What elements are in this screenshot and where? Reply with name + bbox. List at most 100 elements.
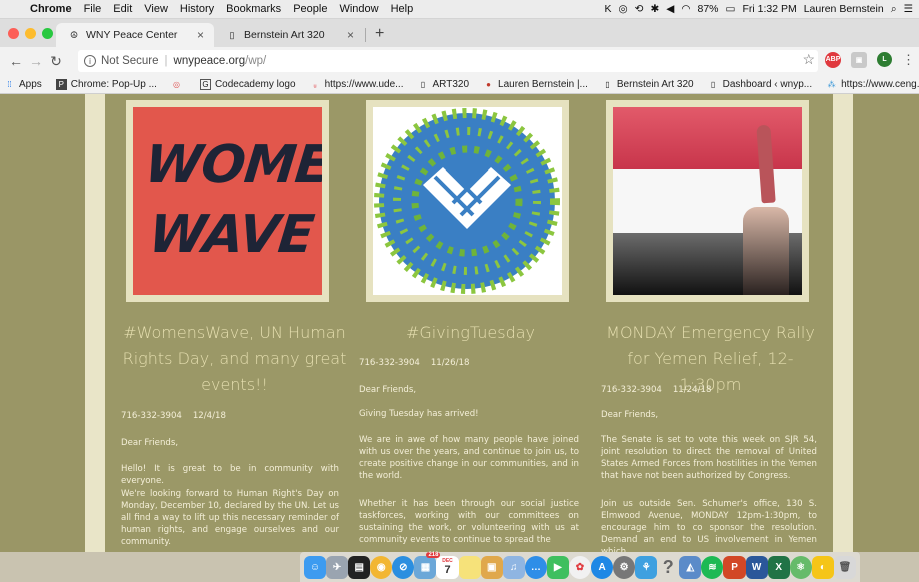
forward-arrow-icon[interactable]: → [26, 53, 46, 69]
time-machine-icon[interactable]: ⟲ [635, 3, 644, 15]
window-controls [8, 28, 53, 39]
clock[interactable]: Fri 1:32 PM [742, 3, 796, 15]
safari-icon[interactable]: ⊘ [392, 555, 415, 579]
user-name[interactable]: Lauren Bernstein [804, 3, 884, 15]
volume-icon[interactable]: ◀ [666, 3, 674, 15]
apps-grid-icon: ⁞⁞ [7, 79, 12, 89]
zoom-window-icon[interactable] [42, 28, 53, 39]
menu-app-name[interactable]: Chrome [24, 3, 78, 15]
bookmark-lauren[interactable]: ● Lauren Bernstein |... [483, 79, 588, 90]
bookmark-dashboard[interactable]: ▯ Dashboard ‹ wnyp... [708, 79, 812, 90]
bookmark-star-icon[interactable]: ☆ [802, 51, 815, 68]
finder-icon[interactable]: ☺ [304, 555, 327, 579]
post-paragraph: The Senate is set to vote this week on S… [601, 435, 817, 481]
photos-icon[interactable]: ✿ [568, 555, 592, 579]
close-tab-icon[interactable]: × [347, 28, 354, 42]
launchpad-icon[interactable]: ✈ [326, 555, 349, 579]
close-tab-icon[interactable]: × [197, 28, 204, 42]
close-window-icon[interactable] [8, 28, 19, 39]
battery-icon[interactable]: ▭ [726, 3, 736, 15]
address-domain: wnypeace.org [173, 55, 246, 67]
battery-percent[interactable]: 87% [698, 3, 719, 15]
preview-icon[interactable]: 218 ▦ [414, 551, 441, 579]
calendar-icon[interactable]: DEC 7 [436, 555, 459, 579]
menu-view[interactable]: View [138, 3, 174, 15]
bookmark-circle[interactable]: ◎ [171, 79, 186, 90]
menu-history[interactable]: History [174, 3, 220, 15]
tab-bernstein-art[interactable]: ▯ Bernstein Art 320 × [214, 23, 364, 47]
post-title-womens-wave[interactable]: #WomensWave, UN Human Rights Day, and ma… [122, 320, 347, 398]
itunes-icon[interactable]: ♫ [502, 555, 525, 579]
spotify-icon[interactable]: ≋ [701, 555, 724, 579]
bookmark-art320[interactable]: ▯ ART320 [418, 78, 470, 90]
reload-icon[interactable]: ↻ [46, 53, 66, 70]
post-meta: 716-332-3904 12/4/18 [121, 411, 226, 421]
chrome-icon[interactable]: ◉ [370, 555, 393, 579]
post-paragraph: We're looking forward to Human Right's D… [121, 489, 339, 547]
post-thumbnail-womens-wave[interactable]: WOMEI WAVE [126, 100, 329, 302]
excel-icon[interactable]: X [767, 555, 790, 579]
info-icon[interactable]: i [84, 55, 96, 67]
back-arrow-icon[interactable]: ← [6, 53, 26, 69]
bookmark-label: https://www.ude... [324, 78, 404, 90]
kite-icon[interactable]: K [604, 3, 611, 15]
bookmark-label: Bernstein Art 320 [616, 78, 694, 90]
menu-edit[interactable]: Edit [107, 3, 138, 15]
help-icon[interactable]: ? [657, 556, 679, 579]
trash-icon[interactable]: 🗑 [833, 555, 856, 579]
powerpoint-icon[interactable]: P [723, 555, 746, 579]
post-phone: 716-332-3904 [601, 385, 662, 395]
menu-window[interactable]: Window [333, 3, 384, 15]
post-paragraph: Join us outside Sen. Schumer's office, 1… [601, 499, 817, 552]
bookmark-ceng[interactable]: ⁂ https://www.ceng... [826, 79, 919, 90]
notes-icon[interactable] [458, 555, 481, 579]
profile-avatar[interactable]: L [877, 52, 892, 67]
bookmark-popup[interactable]: P Chrome: Pop-Up ... [55, 78, 157, 90]
notification-center-icon[interactable]: ☰ [904, 3, 913, 15]
spotlight-icon[interactable]: ⌕ [891, 3, 897, 16]
sparkle-icon: ⁂ [827, 79, 836, 89]
cyberduck-icon[interactable]: ◐ [811, 555, 834, 579]
menu-people[interactable]: People [287, 3, 333, 15]
bookmark-label: ART320 [432, 78, 470, 90]
post-thumbnail-yemen-rally[interactable] [606, 100, 809, 302]
mac-dock: ☺ ✈ ▤ ◉ ⊘ 218 ▦ DEC 7 ▣ ♫ … ▶ ✿ A ⚙ ⚘ ? ◭… [300, 551, 860, 582]
reminders-icon[interactable]: ▣ [480, 555, 503, 579]
bookmark-codecademy[interactable]: G Codecademy logo [199, 78, 296, 90]
mac-dock-area: ☺ ✈ ▤ ◉ ⊘ 218 ▦ DEC 7 ▣ ♫ … ▶ ✿ A ⚙ ⚘ ? ◭… [0, 551, 919, 582]
bookmark-udemy[interactable]: ᵤ https://www.ude... [310, 79, 404, 90]
terminal-icon[interactable]: ▤ [348, 555, 371, 579]
camera-icon[interactable]: ◎ [618, 3, 627, 15]
extension-icon[interactable]: ▣ [851, 51, 867, 68]
word-icon[interactable]: W [745, 555, 768, 579]
steam-icon[interactable]: ◭ [679, 555, 702, 579]
minimize-window-icon[interactable] [25, 28, 36, 39]
atom-icon[interactable]: ⚛ [789, 555, 812, 579]
more-menu-icon[interactable]: ⋮ [902, 52, 915, 68]
bookmark-bernstein[interactable]: ▯ Bernstein Art 320 [602, 78, 694, 90]
menu-file[interactable]: File [78, 3, 108, 15]
facetime-icon[interactable]: ▶ [546, 555, 569, 579]
sharing-icon[interactable]: ⚘ [635, 555, 658, 579]
adblock-icon[interactable]: ABP [825, 51, 841, 68]
bookmark-label: Apps [19, 78, 42, 90]
messages-icon[interactable]: … [524, 555, 547, 579]
appstore-icon[interactable]: A [591, 555, 614, 579]
post-thumbnail-giving-tuesday[interactable] [366, 100, 569, 302]
bookmark-apps[interactable]: ⁞⁞ Apps [4, 79, 42, 90]
page-viewport: WOMEI WAVE #WomensWave, UN Human Rights … [0, 94, 919, 552]
wifi-icon[interactable]: ◠ [681, 3, 690, 15]
bluetooth-icon[interactable]: ✱ [650, 3, 659, 15]
address-bar[interactable]: i Not Secure | wnypeace.org /wp/ [78, 50, 818, 72]
doc-icon: ▯ [420, 79, 426, 89]
menu-help[interactable]: Help [385, 3, 420, 15]
giving-tuesday-image [373, 107, 562, 295]
system-prefs-icon[interactable]: ⚙ [613, 555, 636, 579]
post-title-giving-tuesday[interactable]: #GivingTuesday [358, 320, 583, 346]
menu-bookmarks[interactable]: Bookmarks [220, 3, 287, 15]
new-tab-button[interactable]: + [375, 25, 384, 43]
bookmarks-bar: ⁞⁞ Apps P Chrome: Pop-Up ... ◎ G Codecademy… [0, 75, 919, 94]
post-paragraph: We are in awe of how many people have jo… [359, 435, 579, 481]
tab-wny-peace-center[interactable]: ☮ WNY Peace Center × [56, 23, 214, 47]
udemy-icon: ᵤ [313, 79, 317, 89]
